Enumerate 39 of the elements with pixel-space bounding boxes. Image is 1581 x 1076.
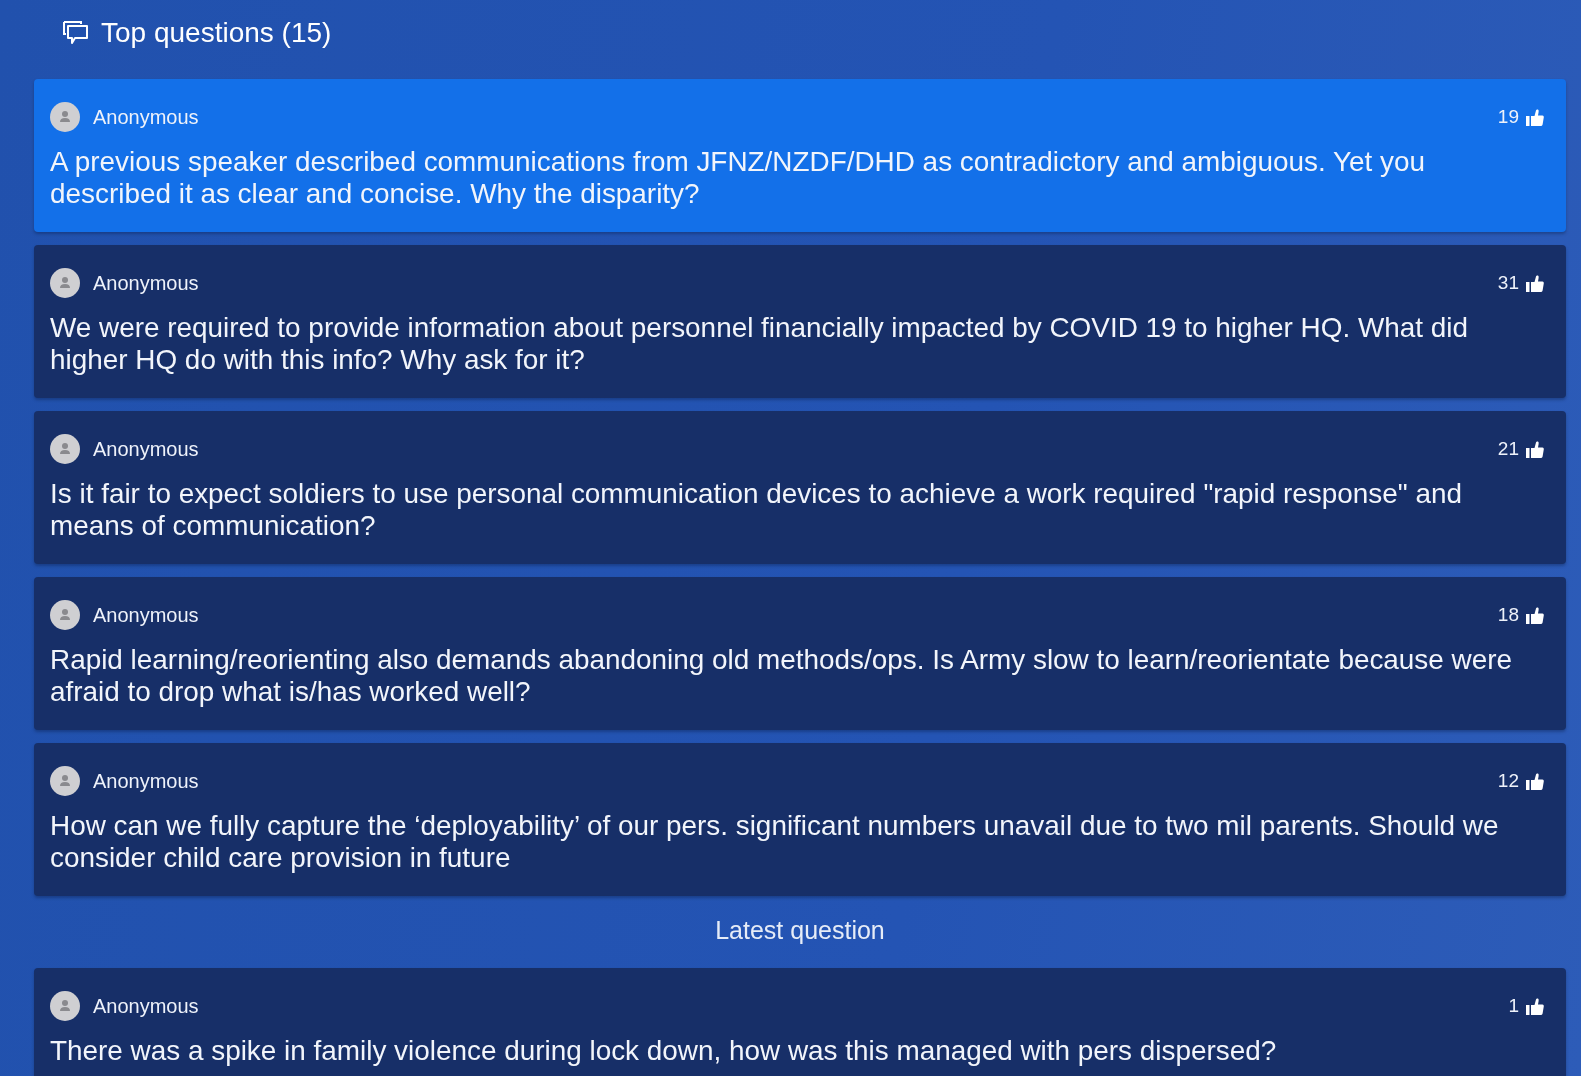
question-text: A previous speaker described communications from JFNZ/NZDF/DHD as contradictory and ambiguous. Yet you described it as clear and concise. Why the disparity? <box>50 146 1426 210</box>
question-card[interactable]: Anonymous 1 There was a spike in family violence during lock down, how was this managed with pers dispersed? <box>34 968 1566 1076</box>
question-card[interactable]: Anonymous 31 We were required to provide information about personnel financially impacted by COVID 19 to higher HQ. What did higher HQ do with this info? Why ask for it? <box>34 245 1566 398</box>
thumbs-up-icon <box>1526 997 1544 1015</box>
avatar-icon <box>50 991 80 1021</box>
question-card[interactable]: Anonymous 21 Is it fair to expect soldiers to use personal communication devices to achieve a work required "rapid response" and means of communication? <box>34 411 1566 564</box>
author-name: Anonymous <box>93 437 199 461</box>
vote-count: 12 <box>1497 770 1519 792</box>
author-name: Anonymous <box>93 994 199 1018</box>
vote-count: 1 <box>1508 995 1519 1017</box>
thumbs-up-icon <box>1526 440 1544 458</box>
question-card[interactable]: Anonymous 12 How can we fully capture the ‘deployability’ of our pers. significant numbers unavail due to two mil parents. Should we consider child care provision in future <box>34 743 1566 896</box>
thumbs-up-icon <box>1526 108 1544 126</box>
question-text: There was a spike in family violence during lock down, how was this managed with pers dispersed? <box>50 1035 1278 1067</box>
question-text: Is it fair to expect soldiers to use personal communication devices to achieve a work required "rapid response" and means of communication? <box>50 478 1463 542</box>
question-card[interactable]: Anonymous 19 A previous speaker described communications from JFNZ/NZDF/DHD as contradictory and ambiguous. Yet you described it as clear and concise. Why the disparity? <box>34 79 1566 232</box>
author-name: Anonymous <box>93 603 199 627</box>
speech-bubbles-icon <box>62 19 89 46</box>
question-text: Rapid learning/reorienting also demands abandoning old methods/ops. Is Army slow to learn/reorientate because were afraid to drop what is/has worked well? <box>50 644 1514 708</box>
thumbs-up-icon <box>1526 606 1544 624</box>
section-label: Latest question <box>714 915 886 946</box>
avatar-icon <box>50 268 80 298</box>
question-card[interactable]: Anonymous 18 Rapid learning/reorienting also demands abandoning old methods/ops. Is Army slow to learn/reorientate because were afraid to drop what is/has worked well? <box>34 577 1566 730</box>
avatar-icon <box>50 766 80 796</box>
thumbs-up-icon <box>1526 274 1544 292</box>
thumbs-up-icon <box>1526 772 1544 790</box>
vote-count: 19 <box>1497 106 1519 128</box>
author-name: Anonymous <box>93 271 199 295</box>
question-text: We were required to provide information about personnel financially impacted by COVID 19 to higher HQ. What did higher HQ do with this info? Why ask for it? <box>50 312 1469 376</box>
avatar-icon <box>50 600 80 630</box>
avatar-icon <box>50 434 80 464</box>
author-name: Anonymous <box>93 769 199 793</box>
vote-count: 21 <box>1497 438 1519 460</box>
avatar-icon <box>50 102 80 132</box>
author-name: Anonymous <box>93 105 199 129</box>
vote-count: 18 <box>1497 604 1519 626</box>
vote-count: 31 <box>1497 272 1519 294</box>
section-title: Top questions (15) <box>101 16 332 49</box>
question-text: How can we fully capture the ‘deployability’ of our pers. significant numbers unavail due to two mil parents. Should we consider child care provision in future <box>50 810 1500 874</box>
